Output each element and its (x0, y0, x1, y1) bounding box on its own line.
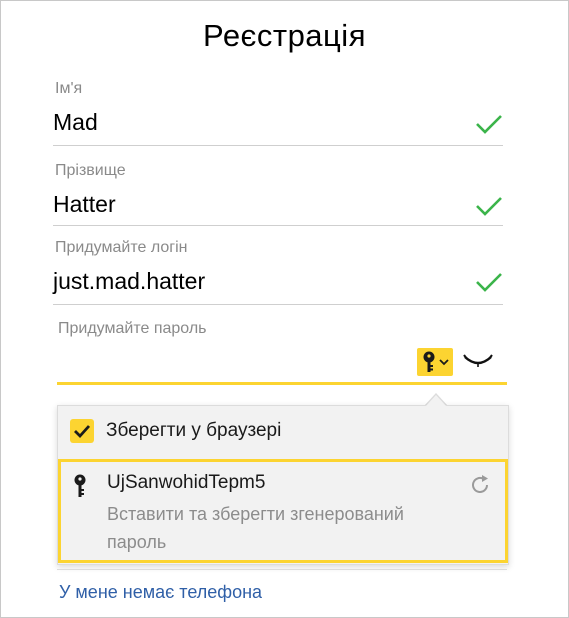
last-name-value[interactable]: Hatter (53, 191, 116, 218)
login-field[interactable]: Придумайте логін just.mad.hatter (53, 237, 503, 307)
password-label: Придумайте пароль (58, 320, 207, 337)
last-name-underline (53, 225, 503, 226)
divider (57, 569, 507, 570)
generated-password-hint: Вставити та зберегти згенерований пароль (107, 504, 404, 552)
save-in-browser-option[interactable]: Зберегти у браузері (58, 406, 508, 458)
save-in-browser-label: Зберегти у браузері (106, 420, 282, 441)
key-icon (423, 351, 435, 372)
password-suggestion-popup: Зберегти у браузері UjSanwohidTepm5 Вста… (57, 405, 509, 565)
eye-closed-icon[interactable] (462, 352, 494, 370)
password-underline-active (57, 382, 507, 385)
no-phone-link[interactable]: У мене немає телефона (59, 582, 262, 603)
save-in-browser-checkbox[interactable] (70, 419, 94, 443)
checkmark-icon (74, 425, 91, 439)
last-name-label: Прізвище (55, 162, 126, 179)
key-icon (74, 474, 86, 497)
first-name-underline (53, 145, 503, 146)
popup-caret-inner (425, 395, 447, 407)
first-name-label: Ім'я (55, 80, 83, 97)
login-underline (53, 304, 503, 305)
checkmark-icon (476, 115, 502, 134)
checkmark-icon (476, 273, 502, 292)
refresh-icon[interactable] (469, 474, 491, 496)
first-name-value[interactable]: Mad (53, 109, 98, 136)
login-value[interactable]: just.mad.hatter (53, 268, 205, 295)
last-name-field[interactable]: Прізвище Hatter (53, 160, 503, 230)
page-title: Реєстрація (203, 18, 366, 53)
password-suggest-button[interactable] (417, 348, 453, 376)
generated-password-suggestion[interactable]: UjSanwohidTepm5 Вставити та зберегти зге… (58, 459, 508, 563)
first-name-field[interactable]: Ім'я Mad (53, 78, 503, 148)
chevron-down-icon (439, 359, 449, 366)
checkmark-icon (476, 197, 502, 216)
generated-password-text: UjSanwohidTepm5 (107, 472, 266, 493)
login-label: Придумайте логін (55, 239, 188, 256)
